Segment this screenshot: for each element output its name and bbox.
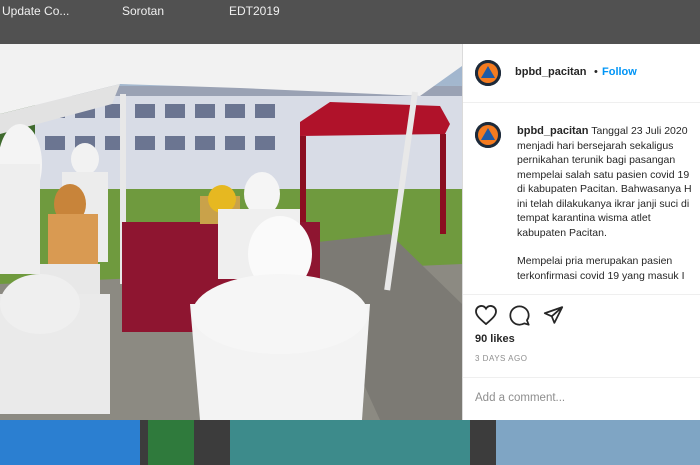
post-panel: bpbd_pacitan • Follow bpbd_pacitan Tangg… [462, 44, 700, 421]
heart-icon[interactable] [475, 305, 497, 325]
post-username[interactable]: bpbd_pacitan [515, 66, 587, 78]
caption-line: di kabupaten Pacitan. Bahwasanya H [517, 183, 692, 195]
caption-line: kabupaten Pacitan. [517, 226, 607, 239]
bpbd-logo-icon [475, 122, 501, 148]
caption-paragraph: Mempelai pria merupakan pasien terkonfir… [517, 254, 695, 283]
caption-line: mempelai salah satu pasien covid 19 [517, 168, 690, 181]
caption-line: Mempelai pria merupakan pasien [517, 255, 673, 267]
browser-tab[interactable]: Sorotan [122, 4, 164, 18]
caption-line: pernikahan terunik bagi pasangan [517, 154, 676, 166]
caption-username[interactable]: bpbd_pacitan [517, 125, 589, 137]
post-actions: 90 likes 3 DAYS AGO Add a comment... [463, 294, 700, 421]
browser-tab-bar: Update Co... Sorotan EDT2019 [0, 0, 700, 44]
post-time[interactable]: 3 DAYS AGO [475, 354, 527, 363]
follow-button[interactable]: Follow [602, 66, 637, 78]
thumbnail[interactable] [0, 420, 140, 465]
share-icon[interactable] [543, 305, 564, 325]
caption-line: tempat karantina wisma atlet [517, 212, 651, 224]
caption-avatar[interactable] [475, 122, 501, 148]
separator-dot: • [594, 66, 598, 78]
thumbnail[interactable] [148, 420, 194, 465]
photo-scene [0, 44, 462, 420]
caption-paragraph: menjadi hari bersejarah sekaligus pernik… [517, 139, 695, 241]
thumbnail[interactable] [230, 420, 470, 465]
comment-icon[interactable] [509, 305, 530, 326]
caption-line: ini telah dilakukanya ikrar janji suci d… [517, 197, 690, 210]
avatar[interactable] [475, 60, 501, 86]
caption-date: Tanggal 23 Juli 2020 [591, 125, 688, 137]
browser-tab[interactable]: Update Co... [2, 4, 69, 18]
post-header: bpbd_pacitan • Follow [463, 44, 700, 103]
comment-placeholder: Add a comment... [475, 392, 566, 404]
caption-line: terkonfirmasi covid 19 yang masuk I [517, 269, 685, 282]
likes-count[interactable]: 90 likes [475, 333, 515, 345]
thumbnail[interactable] [496, 420, 700, 465]
comment-input[interactable]: Add a comment... [463, 377, 700, 422]
thumbnail-strip [0, 420, 700, 465]
bpbd-logo-icon [475, 60, 501, 86]
post-photo [0, 44, 462, 420]
caption-line: menjadi hari bersejarah sekaligus [517, 139, 674, 152]
browser-tab[interactable]: EDT2019 [229, 4, 280, 18]
